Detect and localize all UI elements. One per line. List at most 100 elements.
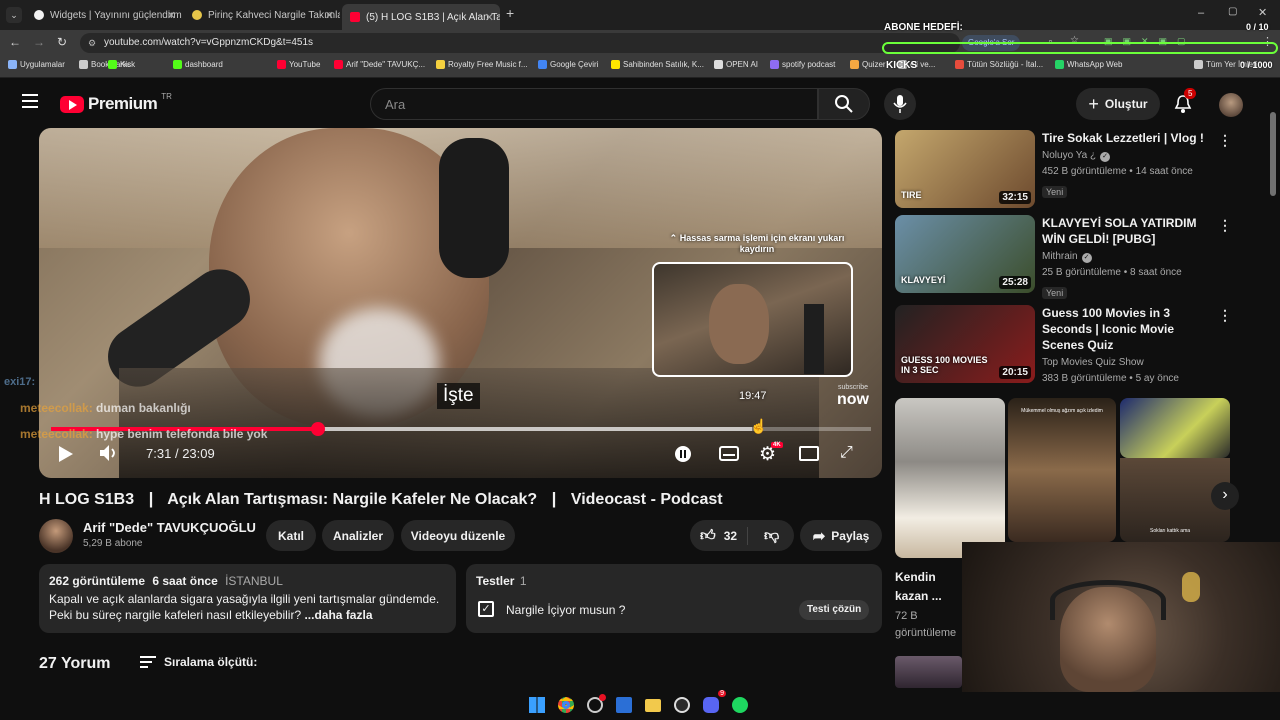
settings-gear-icon[interactable]: ⚙ 4K — [759, 442, 783, 466]
close-tab-icon[interactable]: ✕ — [325, 9, 334, 22]
location-tag[interactable]: İSTANBUL — [225, 574, 283, 588]
short-caption-2: Sokları kattık ama — [1150, 528, 1191, 534]
voice-search-button[interactable] — [884, 88, 916, 120]
webcam-overlay — [962, 542, 1280, 692]
recommended-thumbnail[interactable]: GUESS 100 MOVIES IN 3 SEC 20:15 — [895, 305, 1035, 383]
sub-goal-bar — [882, 42, 1278, 54]
new-tab-button[interactable]: + — [506, 5, 514, 21]
bookmark-item[interactable]: Quizer — [850, 60, 886, 69]
fullscreen-icon[interactable]: ⤢ — [840, 444, 853, 462]
folder-icon[interactable] — [645, 698, 661, 712]
caption-text: İşte — [437, 383, 480, 409]
tab-search-icon[interactable]: ⌄ — [6, 7, 22, 23]
sub-goal-label: ABONE HEDEFİ: — [884, 22, 963, 33]
description-box[interactable]: 262 görüntüleme 6 saat önce İSTANBUL Kap… — [39, 564, 456, 633]
theater-mode-icon[interactable] — [799, 446, 819, 461]
seek-hint-text: Hassas sarma işlemi için ekranı yukarı k… — [679, 233, 845, 254]
subtitles-icon[interactable] — [719, 446, 739, 461]
recommended-thumbnail[interactable]: KLAVYEYİ 25:28 — [895, 215, 1035, 293]
recommended-meta: 383 B görüntüleme • 5 ay önce — [1042, 371, 1214, 387]
more-options-icon[interactable]: ⋮ — [1218, 307, 1232, 324]
subscribe-watermark[interactable]: subscribe now — [837, 382, 869, 408]
analytics-button[interactable]: Analizler — [322, 520, 394, 551]
take-quiz-button[interactable]: Testi çözün — [799, 600, 870, 620]
bookmark-item[interactable]: spotify podcast — [770, 60, 835, 69]
scrubber-handle[interactable] — [310, 422, 325, 436]
thumbnail-text: GUESS 100 MOVIES IN 3 SEC — [901, 355, 988, 375]
like-button[interactable]: 👍︎ 32 — [690, 526, 749, 545]
close-tab-icon[interactable]: ✕ — [485, 11, 494, 24]
tab-widgets[interactable]: Widgets | Yayınını güçlendirmek ✕ — [26, 4, 182, 26]
dislike-button[interactable]: 👎︎ — [748, 527, 779, 545]
recommended-thumbnail[interactable]: TIRE 32:15 — [895, 130, 1035, 208]
windows-start-icon[interactable] — [529, 697, 545, 713]
youtube-logo[interactable]: Premium TR — [60, 92, 172, 114]
avatar[interactable] — [1219, 93, 1243, 117]
back-icon[interactable]: ← — [9, 35, 21, 49]
maximize-icon[interactable]: ▢ — [1228, 6, 1237, 17]
search-button[interactable] — [818, 88, 870, 120]
close-window-icon[interactable]: ✕ — [1258, 6, 1267, 19]
shelf-next-button[interactable]: › — [1211, 482, 1239, 510]
minimize-icon[interactable]: – — [1198, 7, 1204, 19]
bookmark-item[interactable]: WhatsApp Web — [1055, 60, 1122, 69]
short-thumbnail[interactable] — [895, 398, 1005, 558]
title-part-1: H LOG S1B3 — [39, 491, 135, 508]
forward-icon[interactable]: → — [33, 35, 45, 49]
bookmark-item[interactable]: dashboard — [173, 60, 223, 69]
new-badge: Yeni — [1042, 186, 1068, 198]
bookmark-item[interactable]: Royalty Free Music f... — [436, 60, 528, 69]
next-video-thumbnail[interactable] — [895, 656, 962, 688]
show-more-link[interactable]: ...daha fazla — [304, 608, 372, 622]
recommended-info[interactable]: Tire Sokak Lezzetleri | Vlog ! Noluyo Ya … — [1042, 130, 1214, 200]
play-button[interactable] — [59, 446, 73, 462]
recommended-info[interactable]: Guess 100 Movies in 3 Seconds | Iconic M… — [1042, 305, 1214, 387]
quiz-title: Testler — [476, 574, 515, 588]
edit-video-button[interactable]: Videoyu düzenle — [401, 520, 515, 551]
more-options-icon[interactable]: ⋮ — [1218, 132, 1232, 149]
description-line-2: Peki bu süreç nargile kafeleri nasıl etk… — [49, 608, 302, 622]
join-button[interactable]: Katıl — [266, 520, 316, 551]
create-button[interactable]: + Oluştur — [1076, 88, 1160, 120]
search-input[interactable]: Ara — [370, 88, 818, 120]
reload-icon[interactable]: ↻ — [57, 35, 67, 49]
sort-button[interactable]: Sıralama ölçütü: — [140, 655, 257, 669]
channel-name[interactable]: Arif "Dede" TAVUKÇUOĞLU — [83, 520, 256, 535]
short-thumbnail[interactable] — [1120, 398, 1230, 458]
view-count: 262 görüntüleme — [49, 574, 146, 588]
close-tab-icon[interactable]: ✕ — [167, 9, 176, 22]
autoplay-toggle[interactable] — [675, 446, 691, 462]
chat-line: exi17: — [4, 376, 304, 388]
settings-app-icon[interactable] — [587, 694, 606, 713]
tab-nargile[interactable]: Pirinç Kahveci Nargile Takımları ✕ — [184, 4, 340, 26]
tab-youtube-active[interactable]: (5) H LOG S1B3 | Açık Alan Tartı ✕ — [342, 4, 500, 30]
hamburger-menu-icon[interactable] — [22, 94, 38, 108]
bookmark-item[interactable]: Uygulamalar — [8, 60, 65, 69]
bookmark-item[interactable]: Google Çeviri — [538, 60, 598, 69]
bookmark-item[interactable]: Kick — [108, 60, 135, 69]
mouse-cursor-icon: ☝ — [750, 418, 768, 434]
notifications-button[interactable]: 5 — [1174, 88, 1197, 119]
short-title[interactable]: Kendin kazan ... — [895, 568, 942, 606]
sidebar-scrollbar[interactable] — [1270, 112, 1276, 196]
site-info-icon[interactable]: ⚙ — [88, 33, 96, 53]
channel-avatar[interactable] — [39, 519, 73, 553]
bookmark-item[interactable]: YouTube — [277, 60, 320, 69]
discord-icon[interactable]: 9 — [703, 690, 726, 713]
bookmark-item[interactable]: Sahibinden Satılık, K... — [611, 60, 704, 69]
chat-text: duman bakanlığı — [96, 401, 191, 415]
share-button[interactable]: ➦ Paylaş — [800, 520, 882, 551]
bookmark-item[interactable]: Tütün Sözlüğü - İtal... — [955, 60, 1043, 69]
bookmark-item[interactable]: OPEN AI — [714, 60, 758, 69]
bookmark-item[interactable]: Arif "Dede" TAVUKÇ... — [334, 60, 425, 69]
recommended-info[interactable]: KLAVYEYİ SOLA YATIRDIM WİN GELDİ! [PUBG]… — [1042, 215, 1214, 301]
url-input[interactable]: ⚙ youtube.com/watch?v=vGppnzmCKDg&t=451s — [80, 33, 960, 53]
chrome-icon[interactable] — [558, 697, 574, 713]
store-icon[interactable] — [616, 697, 632, 713]
obs-icon[interactable] — [674, 697, 690, 713]
more-options-icon[interactable]: ⋮ — [1218, 217, 1232, 234]
short-thumbnail[interactable]: Mükemmel olmuş ağzım açık izledim — [1008, 398, 1116, 542]
spotify-icon[interactable] — [732, 697, 748, 713]
recommended-title: Tire Sokak Lezzetleri | Vlog ! — [1042, 131, 1204, 145]
volume-icon[interactable] — [99, 444, 117, 467]
